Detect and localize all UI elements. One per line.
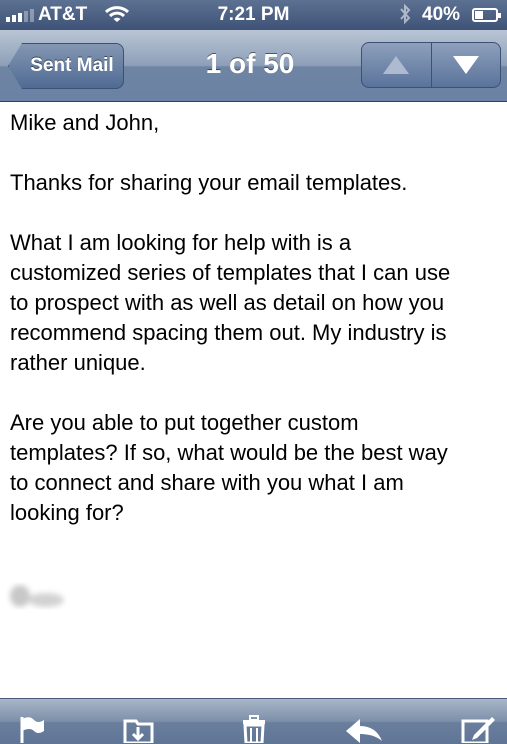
blurred-signature bbox=[10, 585, 64, 607]
battery-percent: 40% bbox=[422, 4, 461, 25]
compose-icon[interactable] bbox=[460, 715, 496, 743]
flag-icon[interactable] bbox=[18, 715, 46, 743]
battery-icon bbox=[472, 8, 501, 22]
bottom-toolbar bbox=[0, 698, 507, 744]
email-paragraph: What I am looking for help with is a cus… bbox=[10, 230, 451, 375]
email-body: Mike and John, Thanks for sharing your e… bbox=[10, 108, 500, 558]
email-greeting: Mike and John, bbox=[10, 110, 160, 135]
email-paragraph: Are you able to put together custom temp… bbox=[10, 410, 448, 525]
bluetooth-icon bbox=[400, 3, 411, 25]
message-nav-control bbox=[361, 42, 501, 88]
status-bar: AT&T 7:21 PM 40% bbox=[0, 0, 507, 30]
previous-message-button[interactable] bbox=[362, 43, 431, 87]
move-to-folder-icon[interactable] bbox=[122, 715, 156, 743]
reply-icon[interactable] bbox=[344, 715, 384, 743]
trash-icon[interactable] bbox=[240, 715, 268, 743]
email-paragraph: Thanks for sharing your email templates. bbox=[10, 170, 408, 195]
navigation-bar: Sent Mail 1 of 50 bbox=[0, 30, 507, 102]
message-counter: 1 of 50 bbox=[205, 48, 295, 79]
back-button[interactable]: Sent Mail bbox=[8, 43, 124, 89]
up-arrow-icon bbox=[383, 56, 410, 74]
down-arrow-icon bbox=[452, 56, 479, 74]
next-message-button[interactable] bbox=[430, 43, 501, 87]
